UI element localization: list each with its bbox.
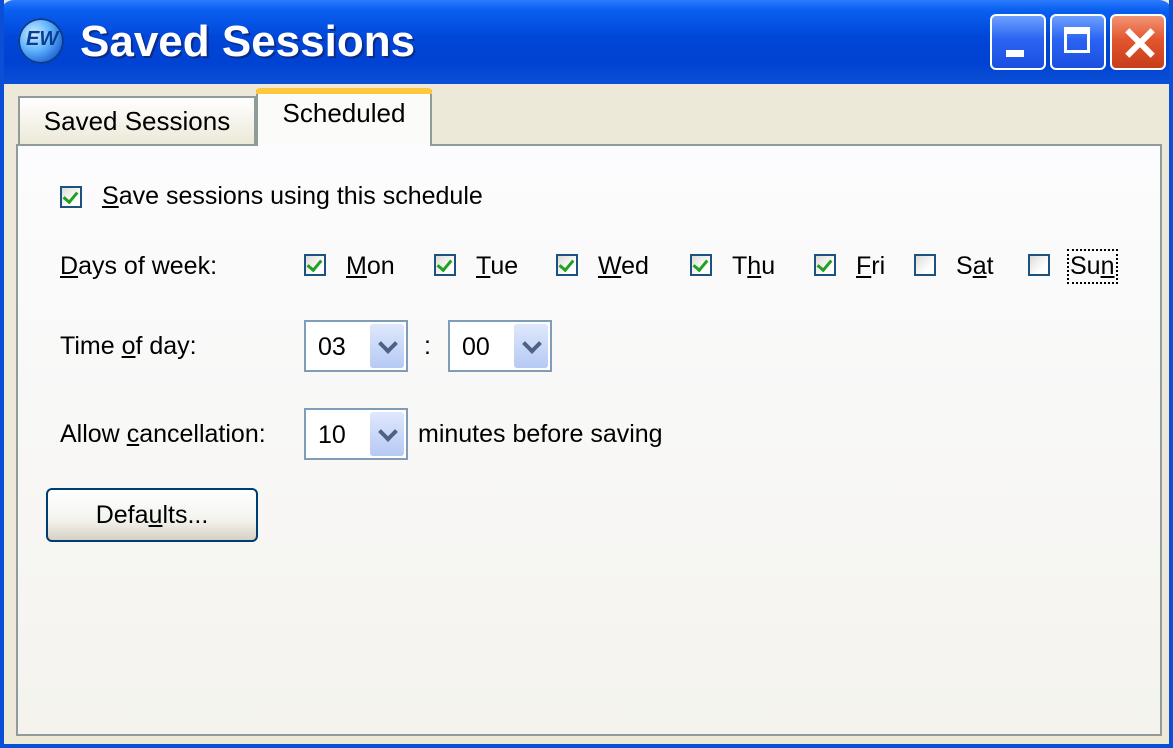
minimize-icon: [992, 16, 1044, 68]
day-checkbox-mon[interactable]: [304, 254, 326, 276]
cancellation-minutes-value: 10: [318, 421, 346, 449]
hour-select[interactable]: 03: [304, 320, 408, 372]
day-checkbox-fri[interactable]: [814, 254, 836, 276]
minimize-button[interactable]: [990, 14, 1046, 70]
time-of-day-label: Time of day:: [60, 332, 197, 360]
minute-select[interactable]: 00: [448, 320, 552, 372]
day-checkbox-thu[interactable]: [690, 254, 712, 276]
day-label-sun[interactable]: Sun: [1067, 249, 1118, 284]
dialog-window: EW Saved Sessions Saved Sessions Schedul…: [0, 0, 1173, 748]
maximize-button[interactable]: [1050, 14, 1106, 70]
window-title: Saved Sessions: [80, 17, 416, 66]
enable-schedule-label[interactable]: Save sessions using this schedule: [102, 182, 483, 211]
chevron-down-icon[interactable]: [514, 324, 548, 368]
day-label-tue[interactable]: Tue: [476, 252, 518, 281]
day-label-fri[interactable]: Fri: [856, 252, 885, 281]
day-checkbox-sat[interactable]: [914, 254, 936, 276]
minutes-before-saving-label: minutes before saving: [418, 420, 663, 448]
day-checkbox-tue[interactable]: [434, 254, 456, 276]
hour-value: 03: [318, 333, 346, 361]
cancellation-minutes-select[interactable]: 10: [304, 408, 408, 460]
enable-schedule-checkbox[interactable]: [60, 186, 82, 208]
day-checkbox-wed[interactable]: [556, 254, 578, 276]
chevron-down-icon[interactable]: [370, 412, 404, 456]
tab-saved-sessions[interactable]: Saved Sessions: [18, 96, 256, 144]
minute-value: 00: [462, 333, 490, 361]
tab-strip: Saved Sessions Scheduled: [4, 84, 1169, 146]
app-icon: EW: [18, 18, 64, 64]
tab-scheduled[interactable]: Scheduled: [256, 88, 432, 146]
scheduled-panel: Save sessions using this schedule Days o…: [16, 144, 1162, 736]
day-label-thu[interactable]: Thu: [732, 252, 775, 281]
day-label-sat[interactable]: Sat: [956, 252, 994, 281]
defaults-button[interactable]: Defaults...: [46, 488, 258, 542]
close-button[interactable]: [1110, 14, 1166, 70]
days-of-week-label: Days of week:: [60, 252, 218, 280]
chevron-down-icon[interactable]: [370, 324, 404, 368]
title-bar[interactable]: EW Saved Sessions: [4, 0, 1169, 84]
day-label-wed[interactable]: Wed: [598, 252, 649, 281]
allow-cancellation-label: Allow cancellation:: [60, 420, 266, 448]
day-checkbox-sun[interactable]: [1028, 254, 1050, 276]
close-icon: [1112, 16, 1164, 68]
enable-schedule-label-rest: ave sessions using this schedule: [118, 182, 483, 210]
day-label-mon[interactable]: Mon: [346, 252, 395, 281]
time-separator: :: [424, 332, 431, 360]
maximize-icon: [1052, 16, 1104, 68]
